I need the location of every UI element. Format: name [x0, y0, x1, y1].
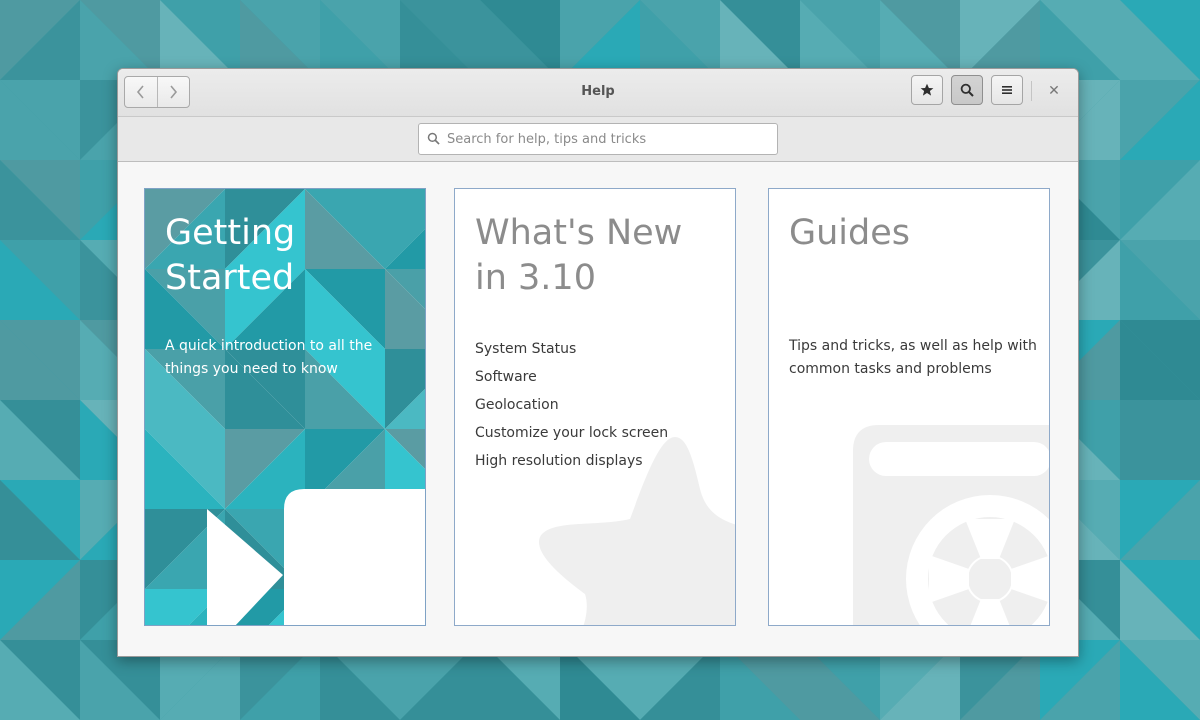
desktop-background: Help ✕ Search for help, tips and tricks …	[0, 0, 1200, 720]
list-item[interactable]: Software	[475, 363, 668, 391]
card-whats-new[interactable]: What's New in 3.10 System Status Softwar…	[454, 188, 736, 626]
card-title: What's New in 3.10	[475, 213, 683, 298]
menu-button[interactable]	[991, 75, 1023, 105]
back-button[interactable]	[125, 77, 157, 107]
card-description: Tips and tricks, as well as help with co…	[789, 338, 1037, 377]
list-item[interactable]: System Status	[475, 335, 668, 363]
forward-button[interactable]	[156, 77, 190, 107]
bookmarks-button[interactable]	[911, 75, 943, 105]
search-icon	[960, 83, 974, 97]
card-description: A quick introduction to all the things y…	[165, 338, 373, 377]
hamburger-menu-icon	[1002, 86, 1012, 94]
list-item[interactable]: Customize your lock screen	[475, 419, 668, 447]
card-guides[interactable]: Guides Tips and tricks, as well as help …	[768, 188, 1050, 626]
card-title: Getting Started	[165, 213, 296, 298]
navigation-buttons	[124, 76, 190, 108]
star-icon	[920, 83, 934, 96]
help-overview: Getting Started A quick introduction to …	[118, 162, 1078, 656]
help-window: Help ✕ Search for help, tips and tricks …	[117, 68, 1079, 657]
list-item[interactable]: Geolocation	[475, 391, 668, 419]
list-item[interactable]: High resolution displays	[475, 447, 668, 475]
play-video-icon	[207, 489, 425, 625]
whats-new-list: System Status Software Geolocation Custo…	[475, 335, 668, 480]
card-title: Guides	[789, 213, 911, 253]
close-icon: ✕	[1048, 83, 1060, 99]
search-toggle-button[interactable]	[951, 75, 983, 105]
toolbar-separator	[1031, 81, 1032, 101]
chevron-left-icon	[136, 85, 144, 99]
search-field[interactable]	[418, 123, 778, 155]
search-input[interactable]	[445, 125, 769, 153]
chevron-right-icon	[170, 85, 178, 99]
header-bar: Help ✕	[118, 69, 1078, 117]
search-bar	[118, 117, 1078, 162]
card-getting-started[interactable]: Getting Started A quick introduction to …	[144, 188, 426, 626]
search-icon	[427, 132, 440, 145]
close-button[interactable]: ✕	[1044, 81, 1064, 101]
